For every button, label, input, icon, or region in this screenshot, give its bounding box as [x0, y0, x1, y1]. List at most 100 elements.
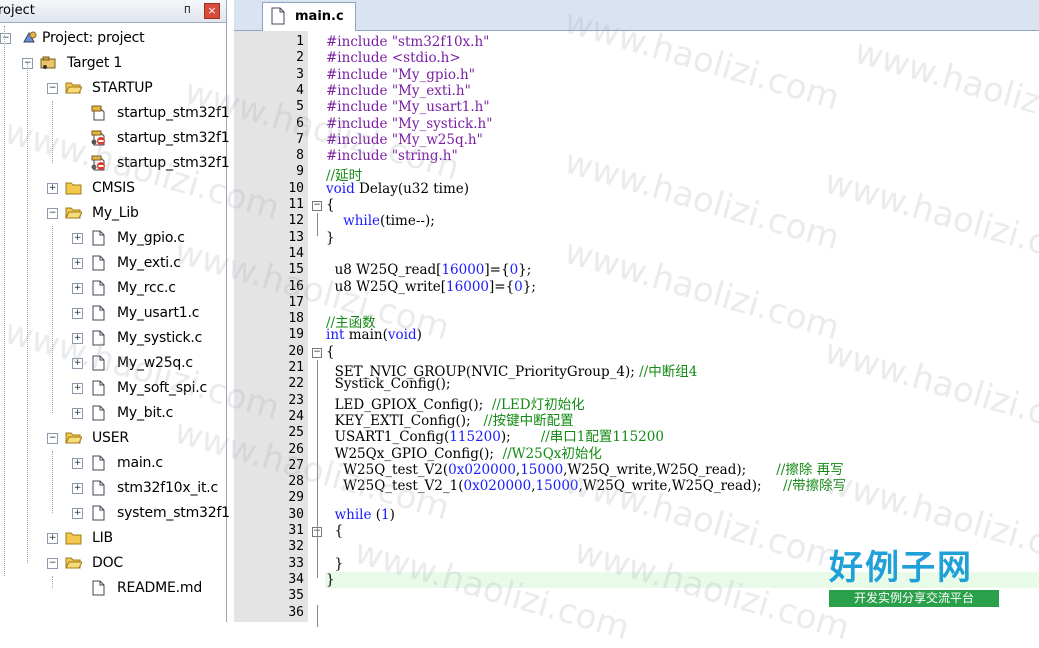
code-token: { — [326, 197, 335, 213]
code-line[interactable]: void Delay(u32 time) — [326, 181, 469, 197]
code-token: #include — [326, 34, 392, 50]
expand-icon[interactable]: + — [72, 383, 83, 394]
code-token: "My_gpio.h" — [391, 66, 475, 83]
code-token: 16000 — [446, 278, 489, 295]
code-line[interactable]: } — [326, 230, 335, 246]
collapse-icon[interactable]: − — [47, 433, 58, 444]
collapse-icon[interactable]: − — [47, 558, 58, 569]
tree-item[interactable]: + My_systick.c — [0, 326, 226, 351]
tree-item[interactable]: + LIB — [0, 526, 226, 551]
code-line[interactable]: u8 W25Q_write[16000]={0}; — [326, 279, 536, 295]
code-token: 1 — [381, 506, 390, 523]
tree-item[interactable]: + My_usart1.c — [0, 301, 226, 326]
line-number: 26 — [288, 441, 304, 457]
tree-item[interactable]: + CMSIS — [0, 176, 226, 201]
tab-main-c[interactable]: main.c — [262, 2, 356, 31]
tree-item[interactable]: + My_rcc.c — [0, 276, 226, 301]
tree-item[interactable]: startup_stm32f1 — [0, 126, 230, 151]
tree-item-label: My_gpio.c — [117, 230, 185, 246]
tree-item[interactable]: − DOC — [0, 551, 226, 576]
tree-item[interactable]: + My_soft_spi.c — [0, 376, 226, 401]
tree-item[interactable]: − Project: project — [0, 26, 226, 51]
code-line[interactable]: #include <stdio.h> — [326, 50, 461, 66]
code-token: }; — [522, 278, 536, 295]
expand-icon[interactable]: + — [72, 233, 83, 244]
file-icon — [90, 580, 107, 596]
code-line[interactable]: #include "My_usart1.h" — [326, 99, 490, 115]
expand-icon[interactable]: + — [72, 358, 83, 369]
code-line[interactable]: W25Q_test_V2_1(0x020000,15000,W25Q_write… — [326, 474, 846, 494]
tree-item[interactable]: − Target 1 — [0, 51, 226, 76]
expand-icon[interactable]: + — [72, 308, 83, 319]
tree-item[interactable]: + My_exti.c — [0, 251, 226, 276]
tree-item[interactable]: + My_w25q.c — [0, 351, 226, 376]
code-line[interactable]: #include "string.h" — [326, 148, 458, 164]
code-line[interactable]: { — [326, 523, 344, 539]
tree-item-label: My_Lib — [92, 205, 139, 221]
close-icon[interactable]: × — [204, 3, 220, 19]
expand-icon[interactable]: + — [72, 483, 83, 494]
tree-item[interactable]: + My_bit.c — [0, 401, 226, 426]
code-line[interactable]: u8 W25Q_read[16000]={0}; — [326, 262, 532, 279]
expand-icon[interactable]: + — [47, 183, 58, 194]
line-number: 11 — [288, 197, 304, 212]
code-line[interactable]: #include "My_gpio.h" — [326, 67, 475, 83]
code-token: void — [326, 180, 360, 197]
logo-subtitle: 开发实例分享交流平台 — [829, 590, 999, 607]
tree-item[interactable]: − My_Lib — [0, 201, 226, 226]
fold-toggle-icon[interactable]: − — [312, 201, 322, 211]
expand-icon[interactable]: + — [47, 533, 58, 544]
collapse-icon[interactable]: − — [47, 83, 58, 94]
tree-item-label: USER — [92, 430, 129, 446]
code-token: 16000 — [441, 262, 485, 279]
tree-item-label: stm32f10x_it.c — [117, 480, 218, 496]
code-token: ) — [416, 327, 422, 344]
code-line[interactable]: while(time--); — [326, 213, 435, 229]
tree-item[interactable]: + stm32f10x_it.c — [0, 476, 226, 501]
code-editor[interactable]: main.c 1 #include "stm32f10x.h" 2 #include … — [234, 0, 1039, 627]
tree-item-label: startup_stm32f1 — [117, 130, 230, 146]
code-line[interactable]: #include "stm32f10x.h" — [326, 34, 489, 50]
tree-item[interactable]: − STARTUP — [0, 76, 226, 101]
code-line[interactable]: { — [326, 197, 335, 213]
code-line[interactable]: #include "My_systick.h" — [326, 116, 492, 132]
line-number: 5 — [296, 99, 304, 115]
tree-item-label: My_rcc.c — [117, 280, 176, 296]
code-token: } — [326, 555, 344, 572]
fold-toggle-icon[interactable]: − — [312, 347, 322, 358]
code-line[interactable]: Systick_Config(); — [326, 376, 451, 392]
collapse-icon[interactable]: − — [0, 33, 11, 44]
collapse-icon[interactable]: − — [47, 208, 58, 219]
line-number: 23 — [288, 392, 304, 408]
code-token: #include — [326, 131, 392, 148]
tree-item[interactable]: + system_stm32f1 — [0, 501, 230, 526]
expand-icon[interactable]: + — [72, 333, 83, 344]
tree-item[interactable]: startup_stm32f1 — [0, 101, 230, 126]
code-line[interactable]: } — [326, 572, 335, 588]
code-line[interactable]: #include "My_exti.h" — [326, 83, 471, 99]
line-number: 35 — [288, 588, 304, 604]
expand-icon[interactable]: + — [72, 258, 83, 269]
code-line[interactable]: while (1) — [326, 507, 395, 523]
tree-item[interactable]: README.md — [0, 576, 226, 601]
expand-icon[interactable]: + — [72, 508, 83, 519]
file-icon — [90, 255, 107, 271]
code-line[interactable]: { — [326, 344, 335, 360]
code-line[interactable]: } — [326, 555, 344, 572]
file-icon — [90, 405, 107, 421]
tree-item[interactable]: + My_gpio.c — [0, 226, 226, 251]
tree-item[interactable]: + main.c — [0, 451, 226, 476]
expand-icon[interactable]: + — [72, 458, 83, 469]
expand-icon[interactable]: + — [72, 408, 83, 419]
pin-icon[interactable]: ᴨ — [184, 2, 191, 16]
file-icon — [90, 480, 107, 496]
code-line[interactable]: #include "My_w25q.h" — [326, 132, 483, 148]
tree-item[interactable]: startup_stm32f1 — [0, 151, 230, 176]
code-line[interactable]: int main(void) — [326, 327, 422, 343]
expand-icon[interactable]: + — [72, 283, 83, 294]
code-token: u8 W25Q_read[ — [326, 262, 442, 279]
tree-item[interactable]: − USER — [0, 426, 226, 451]
tree-item-label: My_usart1.c — [117, 305, 200, 321]
line-number: 7 — [296, 131, 304, 147]
code-token: { — [326, 343, 335, 360]
